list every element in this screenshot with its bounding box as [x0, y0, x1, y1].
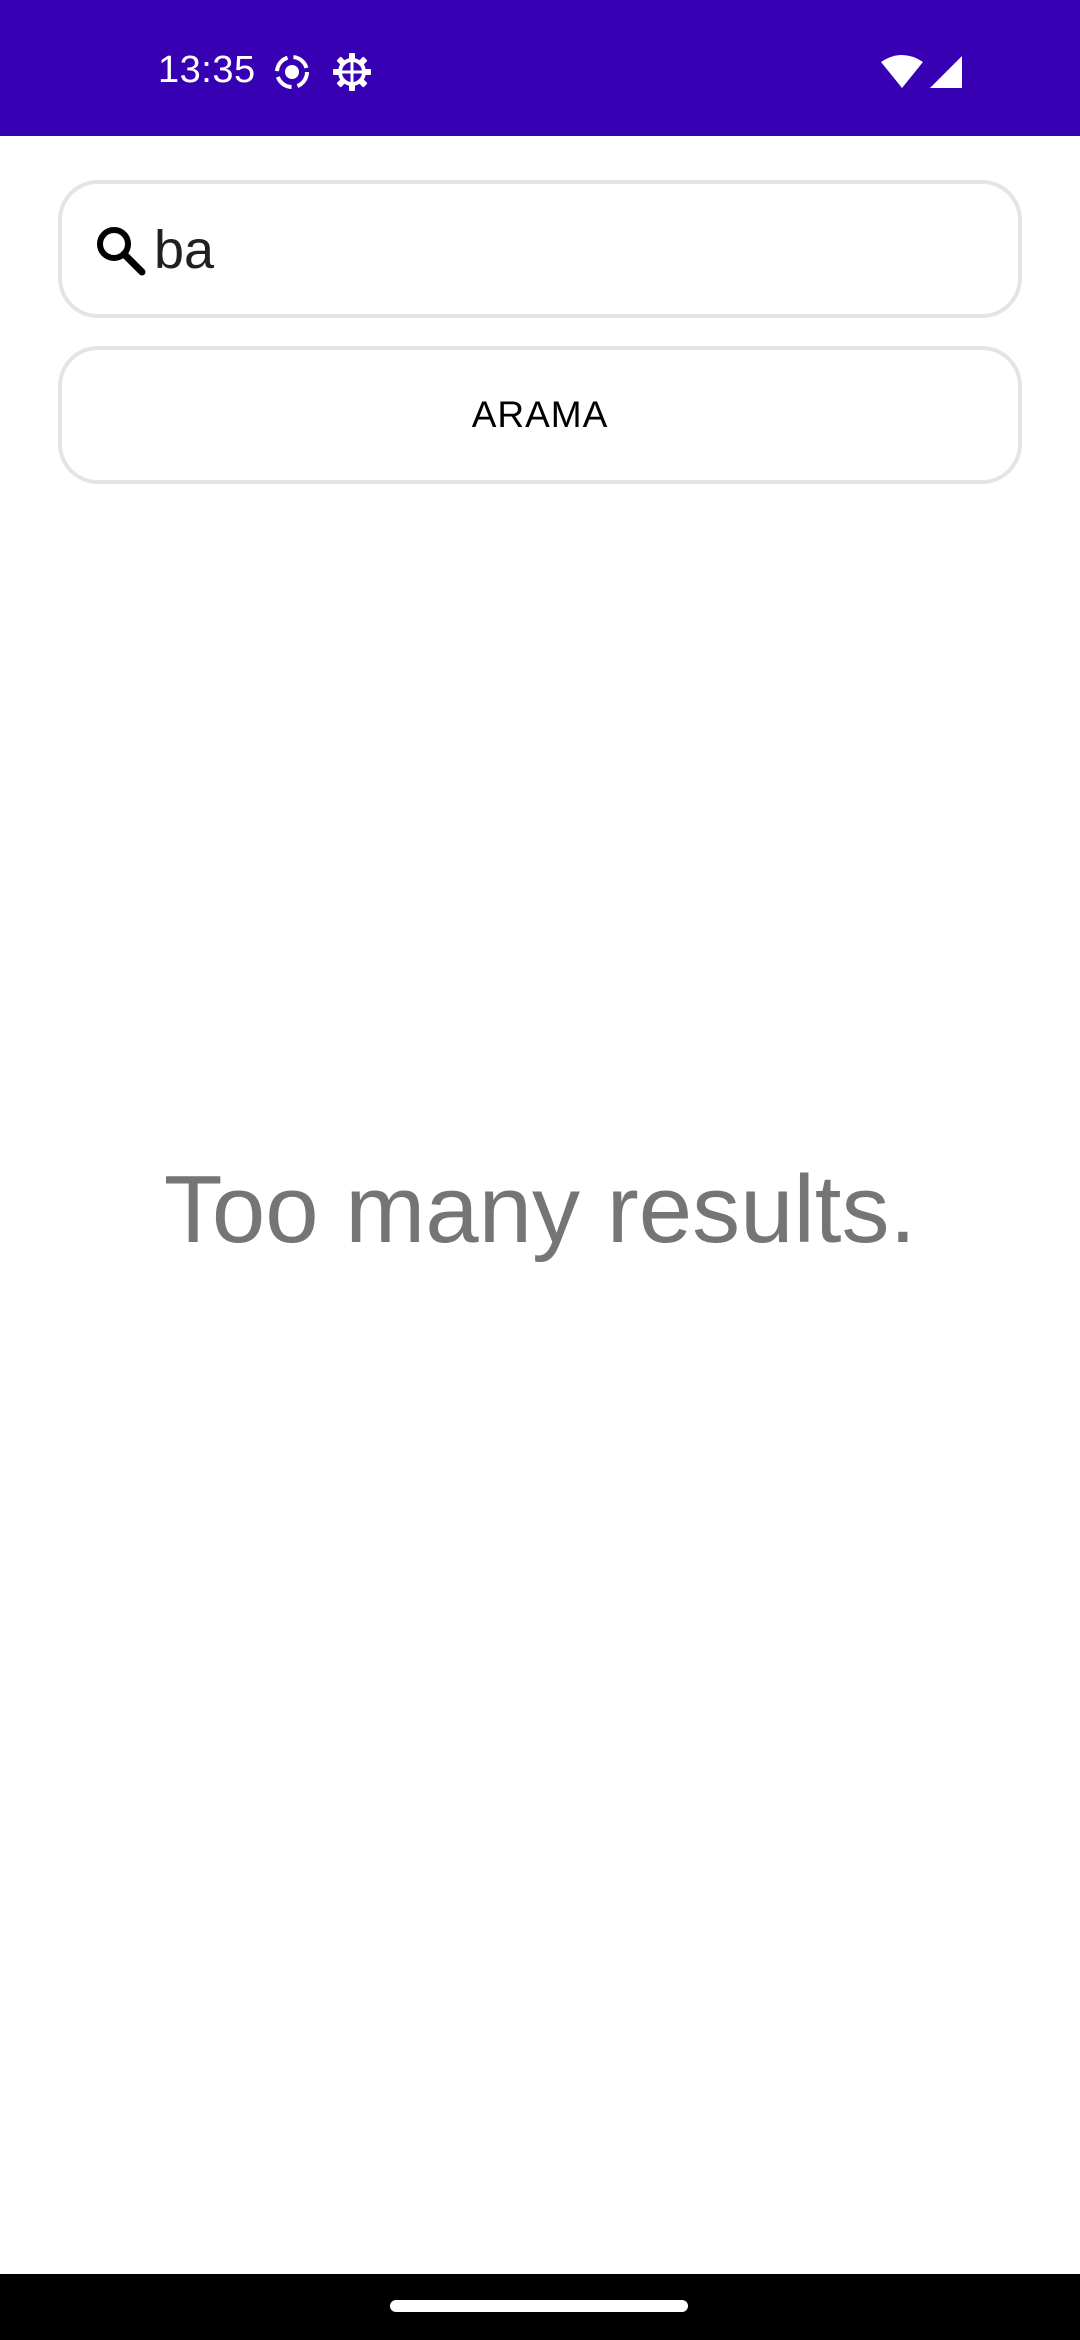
- search-icon: [92, 222, 148, 278]
- status-time: 13:35: [158, 49, 256, 91]
- home-indicator[interactable]: [390, 2300, 688, 2312]
- screen-record-icon: [272, 52, 312, 92]
- wifi-icon: [880, 54, 924, 90]
- result-message: Too many results.: [163, 1156, 917, 1263]
- cell-signal-icon: [928, 54, 964, 90]
- search-button[interactable]: ARAMA: [58, 346, 1022, 484]
- search-box[interactable]: [58, 180, 1022, 318]
- search-input[interactable]: [154, 208, 994, 292]
- settings-gear-icon: [332, 52, 372, 92]
- status-bar: 13:35: [0, 0, 1080, 136]
